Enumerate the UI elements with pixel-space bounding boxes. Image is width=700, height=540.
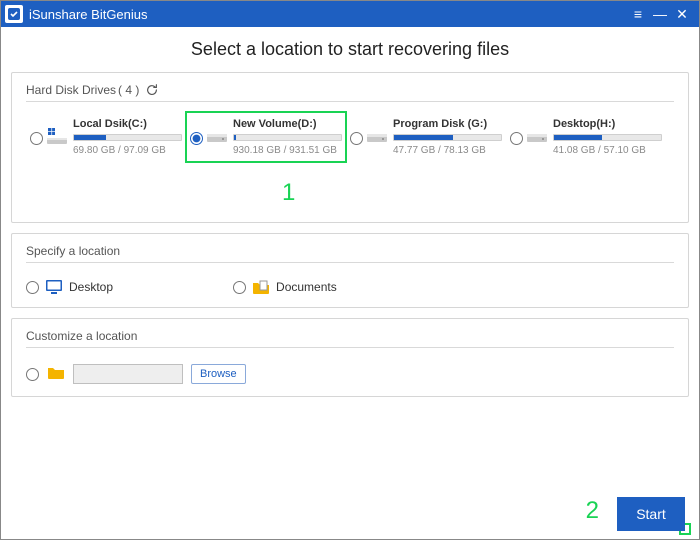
hard-disk-panel: Hard Disk Drives ( 4 ) Local Dsik(C:) 69.… <box>11 72 689 223</box>
drive-size: 69.80 GB / 97.09 GB <box>73 145 182 156</box>
drive-icon <box>47 128 67 147</box>
specify-label: Specify a location <box>26 244 120 258</box>
specify-desktop[interactable]: Desktop <box>26 279 113 295</box>
drive-item[interactable]: Local Dsik(C:) 69.80 GB / 97.09 GB <box>26 112 186 162</box>
hdd-label: Hard Disk Drives <box>26 83 116 97</box>
minimize-button[interactable]: ― <box>649 7 671 21</box>
drive-item[interactable]: Desktop(H:) 41.08 GB / 57.10 GB <box>506 112 666 162</box>
specify-documents-label: Documents <box>276 280 337 294</box>
drive-name: Local Dsik(C:) <box>73 118 182 130</box>
documents-icon <box>252 279 270 295</box>
desktop-icon <box>45 279 63 295</box>
drive-icon <box>527 128 547 147</box>
refresh-icon[interactable] <box>145 83 159 97</box>
page-title: Select a location to start recovering fi… <box>11 39 689 60</box>
drive-usage-bar <box>553 134 662 141</box>
app-logo-icon <box>5 5 23 23</box>
drive-item[interactable]: New Volume(D:) 930.18 GB / 931.51 GB <box>186 112 346 162</box>
drive-item[interactable]: Program Disk (G:) 47.77 GB / 78.13 GB <box>346 112 506 162</box>
specify-documents[interactable]: Documents <box>233 279 337 295</box>
customize-label: Customize a location <box>26 329 137 343</box>
drive-usage-bar <box>233 134 342 141</box>
drive-size: 41.08 GB / 57.10 GB <box>553 145 662 156</box>
close-button[interactable]: ✕ <box>671 7 693 21</box>
customize-location-panel: Customize a location Browse <box>11 318 689 397</box>
folder-icon <box>47 366 65 383</box>
specify-desktop-label: Desktop <box>69 280 113 294</box>
annotation-1: 1 <box>282 179 295 207</box>
annotation-2: 2 <box>586 497 599 525</box>
titlebar: iSunshare BitGenius ≡ ― ✕ <box>1 1 699 27</box>
customize-path-input[interactable] <box>73 364 183 384</box>
drive-size: 47.77 GB / 78.13 GB <box>393 145 502 156</box>
drive-size: 930.18 GB / 931.51 GB <box>233 145 342 156</box>
drive-name: Desktop(H:) <box>553 118 662 130</box>
drive-usage-bar <box>393 134 502 141</box>
start-button[interactable]: Start <box>617 497 685 531</box>
drive-radio[interactable] <box>30 132 43 145</box>
drive-radio[interactable] <box>510 132 523 145</box>
menu-icon[interactable]: ≡ <box>627 7 649 21</box>
drive-usage-bar <box>73 134 182 141</box>
drive-name: New Volume(D:) <box>233 118 342 130</box>
drive-radio[interactable] <box>350 132 363 145</box>
drive-radio[interactable] <box>190 132 203 145</box>
browse-button[interactable]: Browse <box>191 364 246 384</box>
specify-location-panel: Specify a location Desktop Documents <box>11 233 689 308</box>
drive-icon <box>367 128 387 147</box>
app-title: iSunshare BitGenius <box>29 7 148 22</box>
customize-radio[interactable] <box>26 368 39 381</box>
specify-desktop-radio[interactable] <box>26 281 39 294</box>
specify-documents-radio[interactable] <box>233 281 246 294</box>
drive-name: Program Disk (G:) <box>393 118 502 130</box>
drive-icon <box>207 128 227 147</box>
start-highlight: Start <box>681 525 689 533</box>
hdd-count: ( 4 ) <box>118 83 139 97</box>
